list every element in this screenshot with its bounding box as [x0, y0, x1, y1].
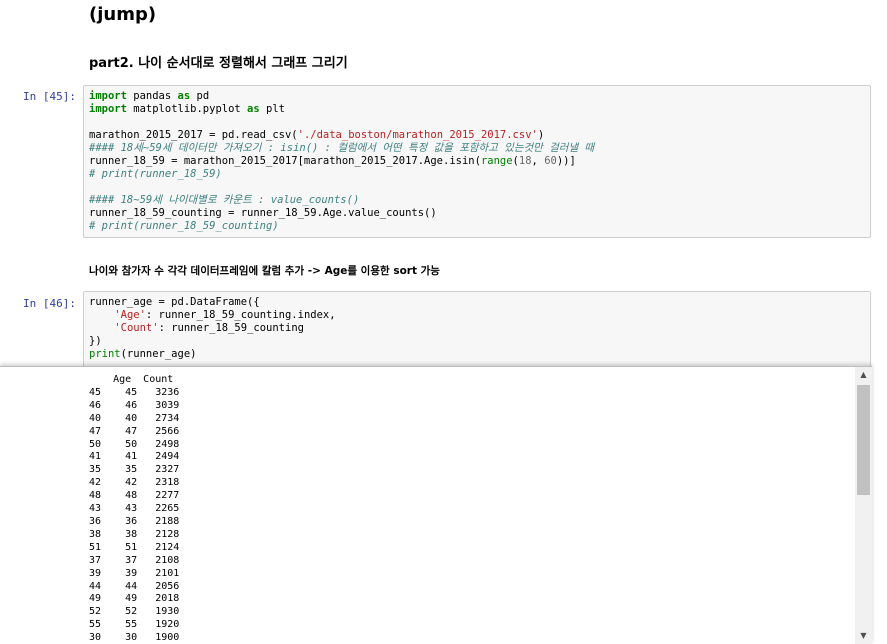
code-line: 'Count': runner_18_59_counting: [89, 322, 865, 335]
heading-part2: part2. 나이 순서대로 정렬해서 그래프 그리기: [89, 56, 348, 71]
code-token: import: [89, 103, 127, 115]
code-line: import matplotlib.pyplot as plt: [89, 103, 865, 116]
code-line: print(runner_age): [89, 348, 865, 361]
scrollbar[interactable]: ▲ ▼: [855, 367, 872, 644]
output-text: Age Count 45 45 3236 46 46 3039 40 40 2734 4…: [89, 374, 179, 644]
code-line: # print(runner_18_59_counting): [89, 220, 865, 233]
cell-46-prompt: In [46]:: [23, 297, 76, 310]
output-row: 36 36 2188: [89, 515, 180, 527]
output-row: 38 38 2128: [89, 528, 180, 540]
code-token: ,: [531, 155, 545, 167]
code-line: runner_18_59 = marathon_2015_2017[marath…: [89, 155, 865, 168]
markdown-description: 나이와 참가자 수 각각 데이터프레임에 칼럼 추가 -> Age를 이용한 s…: [89, 265, 440, 277]
output-row: 43 43 2265: [89, 503, 180, 515]
code-token: runner_18_59_counting = runner_18_59.Age…: [89, 207, 437, 219]
output-row: 50 50 2498: [89, 438, 180, 450]
code-token: ): [537, 129, 545, 141]
code-token: matplotlib.pyplot: [126, 103, 248, 115]
code-line: runner_age = pd.DataFrame({: [89, 296, 865, 309]
output-row: 41 41 2494: [89, 451, 180, 463]
code-line: #### 18세~59세 데이터만 가져오기 : isin() : 컬럼에서 어…: [89, 142, 865, 155]
code-line: #### 18~59세 나이대별로 카운트 : value_counts(): [89, 194, 865, 207]
code-token: range: [480, 155, 513, 167]
code-line: runner_18_59_counting = runner_18_59.Age…: [89, 207, 865, 220]
code-cell-45[interactable]: import pandas as pd import matplotlib.pyp…: [83, 85, 871, 238]
code-token: pd: [190, 90, 210, 102]
output-area[interactable]: Age Count 45 45 3236 46 46 3039 40 40 2734 4…: [0, 366, 872, 644]
code-token: 'Age': [114, 309, 146, 321]
code-line: import pandas as pd: [89, 90, 865, 103]
code-token: pandas: [126, 90, 178, 102]
code-token: print: [89, 348, 121, 360]
code-token: 18: [518, 155, 532, 167]
code-token: # print(runner_18_59_counting): [89, 220, 279, 232]
code-token: 60: [544, 155, 557, 167]
output-row: 46 46 3039: [89, 399, 180, 411]
code-token: runner_18_59 = marathon_2015_2017[marath…: [89, 155, 481, 167]
code-cell-46[interactable]: runner_age = pd.DataFrame({ 'Age': runne…: [83, 291, 871, 368]
output-row: 30 30 1900: [89, 632, 180, 644]
code-token: marathon_2015_2017 = pd.read_csv(: [89, 129, 298, 141]
output-row: 40 40 2734: [89, 412, 180, 424]
output-row: 45 45 3236: [89, 386, 180, 398]
code-token: : runner_18_59_counting.index,: [145, 309, 336, 321]
code-token: #### 18~59세 나이대별로 카운트 : value_counts(): [89, 194, 360, 206]
output-row: 52 52 1930: [89, 606, 180, 618]
code-token: 'Count': [114, 322, 159, 334]
output-row: 35 35 2327: [89, 464, 180, 476]
code-token: #### 18세~59세 데이터만 가져오기 : isin() : 컬럼에서 어…: [89, 142, 595, 154]
output-header: Age Count: [89, 374, 174, 385]
code-line: marathon_2015_2017 = pd.read_csv('./data…: [89, 129, 865, 142]
code-line: # print(runner_18_59): [89, 168, 865, 181]
output-row: 39 39 2101: [89, 567, 180, 579]
output-row: 37 37 2108: [89, 554, 180, 566]
output-row: 55 55 1920: [89, 619, 180, 631]
code-token: as: [177, 90, 191, 102]
scroll-up-arrow-icon[interactable]: ▲: [855, 367, 872, 383]
code-token: ))]: [556, 155, 576, 167]
output-row: 48 48 2277: [89, 490, 180, 502]
code-token: }): [89, 335, 102, 347]
output-row: 49 49 2018: [89, 593, 180, 605]
output-row: 47 47 2566: [89, 425, 180, 437]
code-token: : runner_18_59_counting: [158, 322, 304, 334]
output-row: 51 51 2124: [89, 541, 180, 553]
code-token: runner_age = pd.DataFrame({: [89, 296, 260, 308]
code-line: }): [89, 335, 865, 348]
scroll-down-arrow-icon[interactable]: ▼: [855, 628, 872, 644]
output-row: 44 44 2056: [89, 580, 180, 592]
code-token: import: [89, 90, 127, 102]
code-token: (runner_age): [120, 348, 197, 360]
code-token: './data_boston/marathon_2015_2017.csv': [297, 129, 538, 141]
output-row: 42 42 2318: [89, 477, 180, 489]
heading-jump: (jump): [89, 4, 157, 25]
cell-45-prompt: In [45]:: [23, 90, 76, 103]
code-token: as: [247, 103, 260, 115]
code-token: plt: [259, 103, 285, 115]
scrollbar-thumb[interactable]: [857, 385, 870, 495]
code-line: 'Age': runner_18_59_counting.index,: [89, 309, 865, 322]
code-token: # print(runner_18_59): [89, 168, 222, 180]
